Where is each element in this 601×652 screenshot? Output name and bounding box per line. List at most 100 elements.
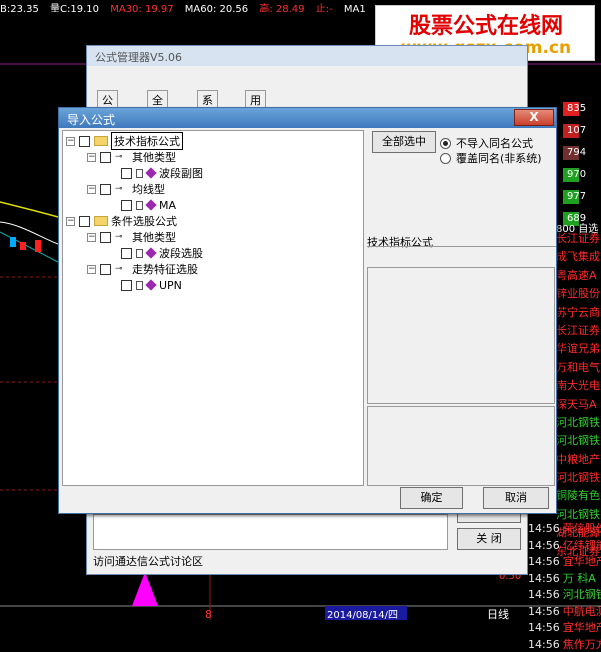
watermark-title: 股票公式在线网: [376, 8, 596, 40]
tree-node-item3[interactable]: 波段选股: [121, 245, 203, 261]
date-label: 2014/08/14/四: [325, 606, 407, 620]
formula-gem-icon: [145, 167, 156, 178]
value-label: 970: [564, 168, 601, 184]
checkbox[interactable]: [121, 168, 132, 179]
collapse-icon[interactable]: −: [87, 153, 96, 162]
stock-item[interactable]: 苏宁云商: [556, 304, 601, 322]
stock-item[interactable]: 河北钢铁: [556, 469, 601, 487]
checkbox[interactable]: [100, 264, 111, 275]
tick-row[interactable]: 14:56万 科A: [528, 570, 601, 587]
formula-gem-icon: [145, 247, 156, 258]
formula-manager-title: 公式管理器V5.06: [87, 46, 527, 66]
tree-label: 条件选股公式: [111, 213, 177, 229]
stock-item[interactable]: 南大光电: [556, 377, 601, 395]
indicator-b: B:23.35: [0, 4, 39, 12]
type-icon: ⊸: [115, 185, 129, 193]
radio-skip-duplicates[interactable]: 不导入同名公式: [440, 135, 533, 151]
type-icon: ⊸: [115, 265, 129, 273]
tree-node-item4[interactable]: UPN: [121, 277, 182, 293]
radio-label: 不导入同名公式: [456, 135, 533, 151]
formula-description-box: [93, 514, 448, 550]
indicator-ma: MA1: [344, 4, 366, 12]
divider: [367, 246, 556, 247]
type-icon: ⊸: [115, 153, 129, 161]
forum-link[interactable]: 访问通达信公式讨论区: [93, 553, 203, 569]
import-dialog-title: 导入公式: [59, 108, 556, 128]
folder-icon: [94, 136, 108, 146]
stock-item[interactable]: 万和电气: [556, 359, 601, 377]
stock-item[interactable]: 华谊兄弟: [556, 340, 601, 358]
formula-doc-icon: [136, 281, 143, 290]
checkbox[interactable]: [100, 152, 111, 163]
collapse-icon[interactable]: −: [87, 233, 96, 242]
collapse-icon[interactable]: −: [87, 185, 96, 194]
category-label: 技术指标公式: [367, 234, 433, 250]
formula-doc-icon: [136, 249, 143, 258]
checkbox[interactable]: [121, 200, 132, 211]
tree-label: 波段选股: [159, 245, 203, 261]
tab-all[interactable]: 全部: [147, 90, 168, 108]
indicator-stop: 止:-: [316, 4, 333, 12]
tree-label: 技术指标公式: [111, 132, 183, 150]
stock-item[interactable]: 长江证券: [556, 322, 601, 340]
close-button[interactable]: 关 闭: [457, 528, 521, 550]
stock-item[interactable]: 粤高速A: [556, 267, 601, 285]
tab-formula-group[interactable]: 公式组: [97, 90, 118, 108]
value-label: 794: [564, 146, 601, 162]
stock-item[interactable]: 铜陵有色: [556, 487, 601, 505]
tick-row[interactable]: 14:56河北钢铁: [528, 586, 601, 603]
radio-checked-icon[interactable]: [440, 138, 451, 149]
tab-user[interactable]: 用户: [245, 90, 266, 108]
checkbox[interactable]: [100, 184, 111, 195]
tree-node-group2[interactable]: − 条件选股公式: [66, 213, 177, 229]
stock-item[interactable]: 锌业股份: [556, 285, 601, 303]
tree-node-item1[interactable]: 波段副图: [121, 165, 203, 181]
tick-row[interactable]: 14:56中航电测: [528, 603, 601, 620]
tree-label: UPN: [159, 279, 182, 292]
tree-node-group1[interactable]: − 技术指标公式: [66, 133, 183, 149]
tick-row[interactable]: 14:56宜华地产: [528, 619, 601, 636]
tick-row[interactable]: 14:56荣信股份: [528, 520, 601, 537]
formula-detail-box: [367, 406, 555, 486]
stock-item[interactable]: 河北钢铁: [556, 432, 601, 450]
tick-row[interactable]: 14:56焦作万方: [528, 636, 601, 652]
select-all-button[interactable]: 全部选中: [372, 131, 436, 153]
radio-unchecked-icon[interactable]: [440, 153, 451, 164]
tick-row[interactable]: 14:56宜华地产: [528, 553, 601, 570]
collapse-icon[interactable]: −: [87, 265, 96, 274]
cancel-button[interactable]: 取消: [483, 487, 549, 509]
ok-button[interactable]: 确定: [400, 487, 463, 509]
radio-overwrite[interactable]: 覆盖同名(非系统): [440, 150, 542, 166]
tree-node-item2[interactable]: MA: [121, 197, 176, 213]
tick-row[interactable]: 14:56亿纬锂能: [528, 537, 601, 554]
type-icon: ⊸: [115, 233, 129, 241]
checkbox[interactable]: [79, 216, 90, 227]
stock-item[interactable]: 中粮地产: [556, 451, 601, 469]
checkbox[interactable]: [121, 280, 132, 291]
indicator-c: 量C:19.10: [50, 4, 99, 12]
stock-item[interactable]: 河北钢铁: [556, 414, 601, 432]
tree-label: 均线型: [132, 181, 165, 197]
tab-system[interactable]: 系统: [197, 90, 218, 108]
tree-label: 走势特征选股: [132, 261, 198, 277]
collapse-icon[interactable]: −: [66, 217, 75, 226]
checkbox[interactable]: [121, 248, 132, 259]
formula-tree: − 技术指标公式 − ⊸ 其他类型 波段副图 − ⊸ 均线型 MA: [62, 130, 364, 486]
import-formula-dialog: 导入公式 X − 技术指标公式 − ⊸ 其他类型 波段副图 − ⊸ 均线型: [58, 107, 557, 514]
tree-node-sub2[interactable]: − ⊸ 均线型: [87, 181, 165, 197]
checkbox[interactable]: [79, 136, 90, 147]
collapse-icon[interactable]: −: [66, 137, 75, 146]
tree-node-sub4[interactable]: − ⊸ 走势特征选股: [87, 261, 198, 277]
stock-list: 长江证券 成飞集成 粤高速A 锌业股份 苏宁云商 长江证券 华谊兄弟 万和电气 …: [556, 230, 601, 561]
tree-node-sub1[interactable]: − ⊸ 其他类型: [87, 149, 176, 165]
formula-gem-icon: [145, 199, 156, 210]
stock-item[interactable]: 长江证券: [556, 230, 601, 248]
tree-node-sub3[interactable]: − ⊸ 其他类型: [87, 229, 176, 245]
close-icon[interactable]: X: [514, 109, 554, 126]
stock-item[interactable]: 深天马A: [556, 396, 601, 414]
date-tick: 8: [205, 608, 212, 621]
stock-item[interactable]: 成飞集成: [556, 248, 601, 266]
import-options-pane: 全部选中 不导入同名公式 覆盖同名(非系统) 技术指标公式: [367, 130, 556, 486]
tree-label: 波段副图: [159, 165, 203, 181]
checkbox[interactable]: [100, 232, 111, 243]
